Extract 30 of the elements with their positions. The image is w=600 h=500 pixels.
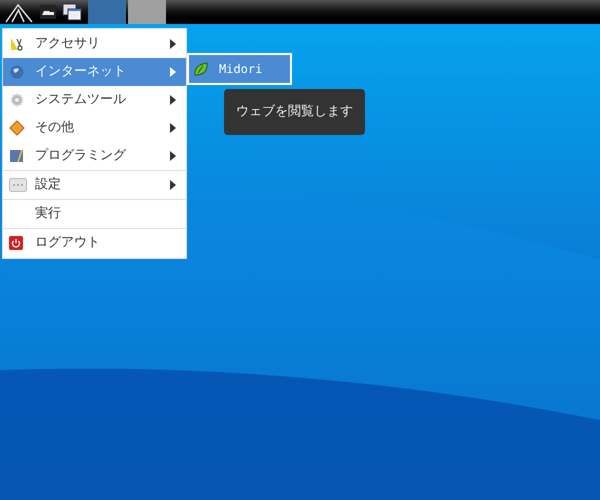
windows-icon[interactable] [62, 3, 82, 21]
pencil-icon [9, 148, 25, 164]
power-icon [9, 236, 23, 250]
menu-item-label: インターネット [35, 63, 127, 82]
menu-item-label: アクセサリ [35, 35, 101, 54]
diamond-icon [9, 120, 25, 136]
menu-item[interactable]: 実行 [3, 200, 186, 228]
menu-item-label: 実行 [35, 205, 62, 224]
menu-item[interactable]: インターネット [3, 58, 186, 86]
menu-item[interactable]: システムツール [3, 86, 186, 114]
menu-item-label: プログラミング [35, 147, 128, 166]
settings-icon [9, 178, 27, 192]
globe-icon [9, 64, 25, 80]
menu-item-label: Midori [219, 61, 262, 78]
menu-item[interactable]: その他 [3, 114, 186, 142]
tooltip: ウェブを閲覧します [224, 89, 365, 134]
menu-item-label: システムツール [35, 91, 127, 110]
menu-item[interactable]: Midori [189, 55, 290, 83]
scissors-icon [9, 36, 25, 52]
gear-icon [9, 92, 25, 108]
folder-icon[interactable] [40, 5, 56, 19]
menu-item[interactable]: ログアウト [3, 229, 186, 257]
menu-item-label: その他 [35, 119, 75, 138]
menu-item[interactable]: 設定 [3, 171, 186, 199]
menu-item[interactable]: アクセサリ [3, 30, 186, 58]
logo-icon[interactable] [4, 1, 34, 23]
menu-item-label: 設定 [35, 176, 62, 194]
menu-item[interactable]: プログラミング [3, 142, 186, 170]
menu-item-label: ログアウト [35, 234, 101, 252]
leaf-icon [193, 61, 209, 77]
